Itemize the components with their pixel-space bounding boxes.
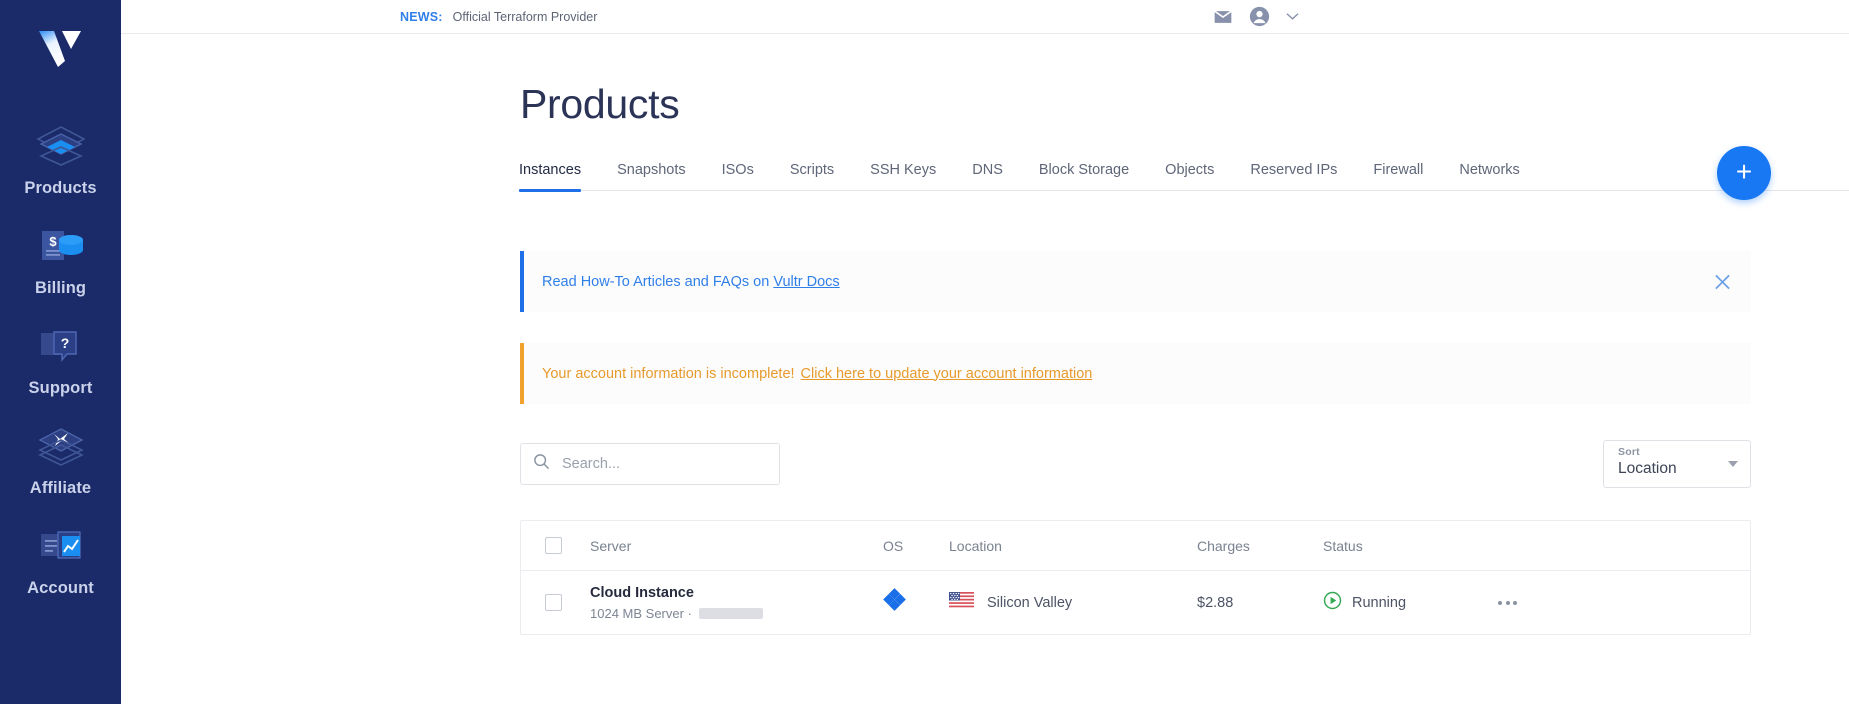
warning-banner-text: Your account information is incomplete! C…	[524, 366, 1092, 382]
tab-bar: Instances Snapshots ISOs Scripts SSH Key…	[519, 162, 1849, 192]
svg-text:$: $	[49, 234, 57, 249]
sidebar-item-label: Affiliate	[29, 479, 92, 497]
column-header-charges: Charges	[1197, 537, 1250, 554]
location-cell: Silicon Valley	[949, 592, 1197, 613]
row-checkbox[interactable]	[545, 594, 562, 611]
support-question-icon: ?	[33, 322, 89, 370]
status-badge: Running	[1352, 594, 1407, 611]
tab-instances[interactable]: Instances	[519, 162, 599, 192]
page-content: Products Instances Snapshots ISOs Script…	[121, 81, 1849, 635]
info-banner-message: Read How-To Articles and FAQs on	[542, 273, 774, 290]
sidebar-item-label: Billing	[34, 279, 87, 297]
us-flag-icon	[949, 592, 974, 613]
tab-scripts[interactable]: Scripts	[772, 162, 852, 190]
tab-firewall[interactable]: Firewall	[1355, 162, 1441, 190]
column-header-location: Location	[949, 537, 1002, 554]
top-bar: NEWS: Official Terraform Provider	[121, 0, 1849, 34]
play-circle-icon	[1323, 591, 1342, 615]
affiliate-x-layers-icon	[33, 422, 89, 470]
table-row[interactable]: Cloud Instance 1024 MB Server · Silicon …	[521, 571, 1750, 634]
table-header-row: Server OS Location Charges Status	[521, 521, 1750, 571]
top-bar-actions	[1213, 6, 1849, 27]
sidebar-item-billing[interactable]: $ Billing	[0, 208, 121, 308]
tab-block-storage[interactable]: Block Storage	[1021, 162, 1147, 190]
tab-isos[interactable]: ISOs	[704, 162, 772, 190]
sidebar-item-support[interactable]: ? Support	[0, 308, 121, 408]
account-chart-icon	[33, 522, 89, 570]
tab-networks[interactable]: Networks	[1441, 162, 1537, 190]
page-title: Products	[520, 81, 680, 127]
sidebar: Products $ Billing ? Support Affiliate A…	[0, 0, 121, 704]
billing-dollar-coins-icon: $	[33, 222, 89, 270]
search-icon	[533, 453, 550, 475]
sort-label: Sort	[1618, 446, 1640, 458]
sidebar-item-products[interactable]: Products	[0, 108, 121, 208]
tab-snapshots[interactable]: Snapshots	[599, 162, 704, 190]
plus-icon: +	[1735, 156, 1753, 187]
column-header-status: Status	[1323, 537, 1363, 554]
tab-dns[interactable]: DNS	[954, 162, 1021, 190]
tabs-row: Instances Snapshots ISOs Scripts SSH Key…	[519, 146, 1849, 200]
more-horizontal-icon[interactable]	[1498, 600, 1517, 605]
os-cell	[883, 588, 949, 617]
actions-cell	[1498, 600, 1750, 605]
main-area: NEWS: Official Terraform Provider Produc…	[121, 0, 1849, 704]
info-banner: Read How-To Articles and FAQs on Vultr D…	[520, 251, 1751, 312]
news-label: NEWS:	[400, 9, 443, 24]
server-name: Cloud Instance	[590, 584, 694, 601]
sort-dropdown[interactable]: Sort Location	[1603, 440, 1751, 488]
charges-cell: $2.88	[1197, 594, 1323, 612]
news-headline[interactable]: Official Terraform Provider	[453, 10, 598, 24]
search-box[interactable]	[520, 443, 780, 485]
column-header-server: Server	[590, 537, 632, 554]
sidebar-item-account[interactable]: Account	[0, 508, 121, 608]
search-input[interactable]	[562, 456, 767, 472]
news-banner: NEWS: Official Terraform Provider	[400, 10, 597, 24]
add-instance-button[interactable]: +	[1717, 146, 1771, 200]
sidebar-item-label: Account	[27, 579, 94, 597]
app-root: Products $ Billing ? Support Affiliate A…	[0, 0, 1849, 704]
info-banner-text: Read How-To Articles and FAQs on Vultr D…	[524, 274, 840, 290]
warning-banner: Your account information is incomplete! C…	[520, 343, 1751, 404]
redacted-ip	[698, 607, 763, 619]
warning-banner-message: Your account information is incomplete!	[542, 365, 795, 382]
column-header-os: OS	[883, 537, 904, 554]
vultr-docs-link[interactable]: Vultr Docs	[773, 274, 839, 290]
close-icon[interactable]	[1714, 273, 1731, 290]
sidebar-item-label: Products	[24, 179, 97, 197]
account-circle-icon[interactable]	[1249, 6, 1270, 27]
mail-icon[interactable]	[1213, 7, 1233, 27]
instances-table: Server OS Location Charges Status Cloud …	[520, 520, 1751, 635]
tab-ssh-keys[interactable]: SSH Keys	[852, 162, 954, 190]
tab-reserved-ips[interactable]: Reserved IPs	[1232, 162, 1355, 190]
sidebar-item-label: Support	[28, 379, 93, 397]
vultr-logo-icon	[38, 31, 81, 67]
update-account-link[interactable]: Click here to update your account inform…	[801, 366, 1093, 382]
vultr-logo[interactable]	[31, 22, 91, 74]
server-details: 1024 MB Server ·	[590, 606, 883, 621]
select-all-checkbox[interactable]	[545, 537, 562, 554]
svg-text:?: ?	[60, 335, 69, 351]
location-name: Silicon Valley	[987, 594, 1073, 611]
server-cell: Cloud Instance 1024 MB Server ·	[590, 585, 883, 621]
sort-value: Location	[1618, 460, 1677, 477]
status-cell: Running	[1323, 591, 1498, 615]
layers-icon	[33, 122, 89, 170]
charges-value: $2.88	[1197, 594, 1234, 611]
chevron-down-icon	[1728, 461, 1738, 467]
sidebar-item-affiliate[interactable]: Affiliate	[0, 408, 121, 508]
server-spec: 1024 MB Server ·	[590, 605, 692, 621]
chevron-down-icon[interactable]	[1286, 12, 1299, 21]
freebsd-diamond-icon	[883, 588, 907, 616]
table-toolbar: Sort Location	[520, 440, 1751, 488]
tab-objects[interactable]: Objects	[1147, 162, 1232, 190]
